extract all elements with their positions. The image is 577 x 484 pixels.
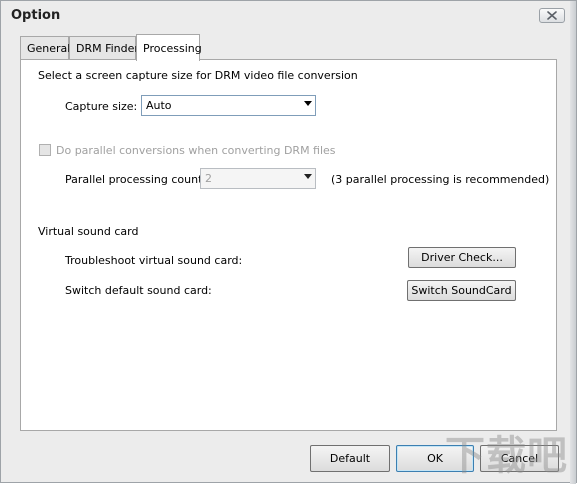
processing-panel: Select a screen capture size for DRM vid…	[20, 59, 557, 431]
driver-check-button[interactable]: Driver Check...	[408, 247, 516, 268]
parallel-checkbox[interactable]	[39, 144, 51, 156]
capture-size-label: Capture size:	[65, 100, 138, 113]
tab-drm-finder[interactable]: DRM Finder	[69, 36, 139, 60]
window-right-edge	[570, 1, 576, 484]
capture-size-select[interactable]: Auto	[141, 95, 316, 116]
parallel-count-select[interactable]: 2	[200, 168, 316, 189]
tab-processing-label: Processing	[143, 42, 202, 55]
tab-processing[interactable]: Processing	[136, 34, 202, 61]
close-button[interactable]	[539, 8, 565, 23]
chevron-down-icon	[304, 101, 312, 106]
window-title: Option	[11, 8, 61, 23]
driver-check-button-label: Driver Check...	[421, 251, 503, 264]
option-dialog: Option General DRM Finder Processing Sel…	[0, 0, 577, 484]
switch-soundcard-button[interactable]: Switch SoundCard	[407, 280, 516, 301]
tab-drm-finder-label: DRM Finder	[76, 42, 139, 55]
tab-general-label: General	[27, 42, 71, 55]
default-button-label: Default	[329, 452, 371, 465]
capture-size-value: Auto	[146, 99, 172, 112]
sound-heading: Virtual sound card	[38, 225, 139, 238]
capture-heading: Select a screen capture size for DRM vid…	[38, 69, 358, 82]
default-button[interactable]: Default	[310, 445, 390, 472]
watermark-logo: 下载吧	[445, 433, 568, 479]
chevron-down-icon	[304, 174, 312, 179]
title-bar[interactable]: Option	[1, 1, 572, 31]
parallel-hint: (3 parallel processing is recommended)	[331, 173, 550, 186]
parallel-count-label: Parallel processing count:	[65, 173, 207, 186]
switch-default-label: Switch default sound card:	[65, 284, 212, 297]
parallel-count-value: 2	[205, 172, 212, 185]
tab-general[interactable]: General	[20, 36, 71, 60]
ok-button-label: OK	[427, 452, 443, 465]
switch-soundcard-button-label: Switch SoundCard	[411, 284, 512, 297]
troubleshoot-label: Troubleshoot virtual sound card:	[65, 254, 243, 267]
parallel-checkbox-label: Do parallel conversions when converting …	[56, 144, 336, 157]
close-icon	[547, 11, 557, 20]
